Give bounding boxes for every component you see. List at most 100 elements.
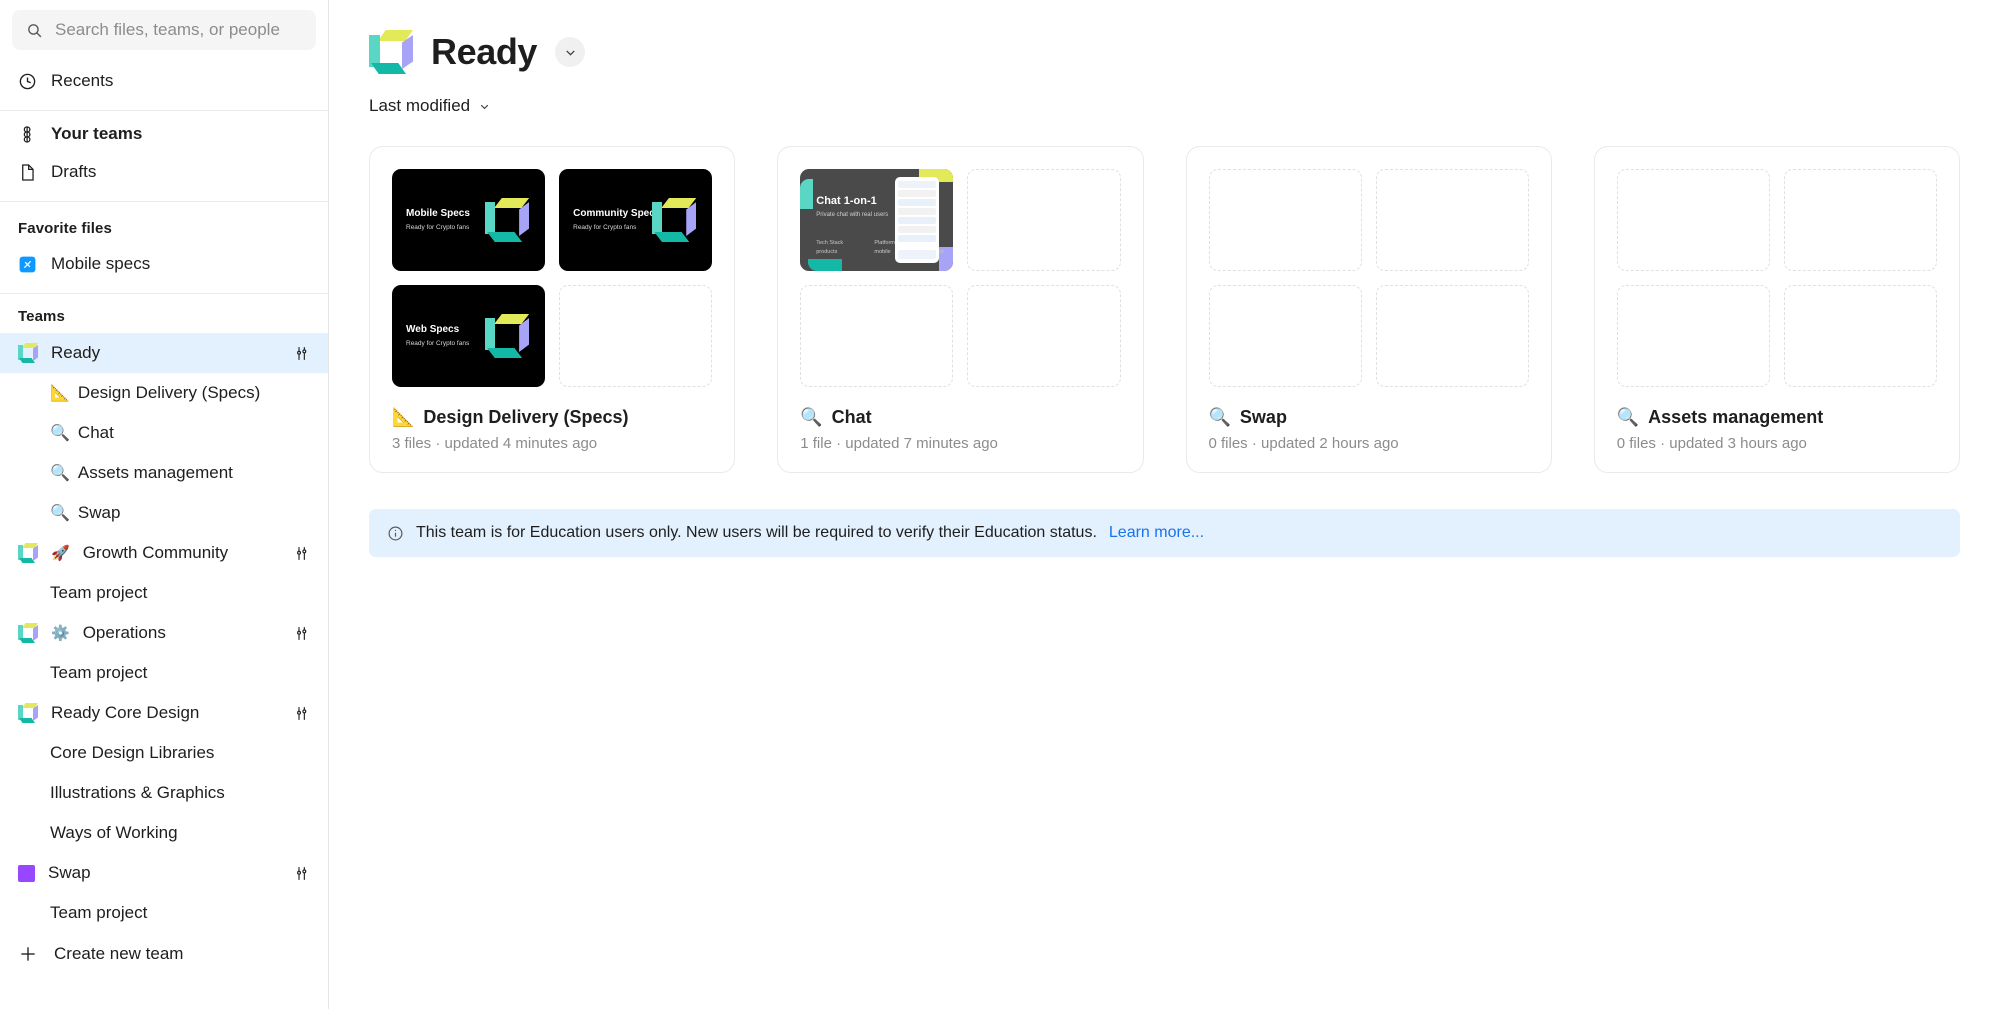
sidebar-team-growth-community[interactable]: 🚀 Growth Community	[0, 533, 328, 573]
sort-label: Last modified	[369, 96, 471, 115]
search-placeholder: Search files, teams, or people	[55, 20, 280, 39]
card-subtitle: 0 files · updated 3 hours ago	[1616, 435, 1807, 452]
sidebar-team-ready[interactable]: Ready	[0, 333, 328, 373]
thumbnail-title: Mobile Specs	[406, 208, 470, 220]
sidebar-item-your-teams[interactable]: Your teams	[0, 115, 328, 153]
project-label: Design Delivery (Specs)	[77, 383, 261, 402]
sidebar-team-ready-core-design[interactable]: Ready Core Design	[0, 693, 328, 733]
sort-dropdown[interactable]: Last modified	[369, 96, 491, 116]
sidebar: Search files, teams, or people Recents Y…	[0, 0, 329, 1009]
sidebar-item-recents[interactable]: Recents	[0, 62, 328, 100]
card-title-row: 🔍 Chat	[800, 407, 1120, 428]
banner-text: This team is for Education users only. N…	[416, 524, 1097, 541]
project-label: Ways of Working	[50, 823, 178, 842]
app-root: Search files, teams, or people Recents Y…	[0, 0, 2000, 1009]
project-label: Team project	[50, 663, 148, 682]
nav-section-teams-drafts: Your teams Drafts	[0, 111, 328, 202]
info-icon	[387, 525, 404, 542]
thumbnail-subtitle: Ready for Crypto fans	[573, 223, 637, 231]
plus-icon	[18, 944, 38, 964]
purple-square-icon	[18, 864, 35, 882]
thumbnail-grid	[1616, 169, 1937, 387]
thumbnail-title: Chat 1-on-1	[816, 195, 877, 207]
project-label: Team project	[50, 903, 148, 922]
sidebar-project-ways-of-working[interactable]: Ways of Working	[0, 813, 328, 853]
sidebar-item-label: Mobile specs	[51, 254, 151, 273]
card-subtitle: 1 file · updated 7 minutes ago	[800, 435, 998, 452]
thumbnail-empty-slot	[559, 285, 713, 387]
card-title-row: 🔍 Swap	[1209, 407, 1529, 428]
sidebar-item-label: Your teams	[51, 124, 143, 143]
project-card-swap[interactable]: 🔍 Swap 0 files · updated 2 hours ago	[1185, 146, 1552, 473]
thumbnail-community-specs[interactable]: Community Specs Ready for Crypto fans	[559, 169, 713, 271]
magnifier-icon: 🔍	[50, 465, 70, 482]
teams-title: Teams	[18, 308, 65, 325]
phone-row	[898, 190, 937, 197]
thumbnail-empty-slot	[1783, 169, 1937, 271]
thumbnail-grid: Mobile Specs Ready for Crypto fans Commu…	[392, 169, 713, 387]
project-label: Illustrations & Graphics	[50, 783, 225, 802]
sidebar-project-assets-management[interactable]: 🔍 Assets management	[0, 453, 328, 493]
phone-row	[898, 217, 937, 224]
thumbnail-grid	[1208, 169, 1529, 387]
banner-learn-more-link[interactable]: Learn more...	[1109, 524, 1204, 542]
phone-row	[898, 235, 937, 242]
sidebar-project-team-project[interactable]: Team project	[0, 893, 328, 933]
magnifier-icon: 🔍	[50, 505, 70, 522]
sidebar-project-team-project[interactable]: Team project	[0, 573, 328, 613]
sidebar-project-core-design-libraries[interactable]: Core Design Libraries	[0, 733, 328, 773]
sliders-icon[interactable]	[293, 705, 310, 722]
card-subtitle: 0 files · updated 2 hours ago	[1208, 435, 1399, 452]
sidebar-project-team-project[interactable]: Team project	[0, 653, 328, 693]
phone-row	[898, 226, 937, 233]
sliders-icon[interactable]	[293, 625, 310, 642]
sliders-icon[interactable]	[293, 865, 310, 882]
sliders-icon[interactable]	[293, 345, 310, 362]
card-meta: 🔍 Swap 0 files · updated 2 hours ago	[1209, 407, 1529, 452]
ready-cube-icon	[485, 314, 530, 358]
project-card-chat[interactable]: Chat 1-on-1 Private chat with real users…	[777, 146, 1144, 473]
favorites-section: Favorite files Mobile specs	[0, 202, 328, 294]
card-subtitle: 3 files · updated 4 minutes ago	[392, 435, 598, 452]
sidebar-project-chat[interactable]: 🔍 Chat	[0, 413, 328, 453]
ready-cube-icon	[18, 703, 38, 723]
sidebar-team-operations[interactable]: ⚙️ Operations	[0, 613, 328, 653]
phone-mockup	[895, 177, 940, 263]
card-title: Chat	[831, 407, 872, 427]
sidebar-team-swap[interactable]: Swap	[0, 853, 328, 893]
sidebar-item-mobile-specs[interactable]: Mobile specs	[0, 245, 328, 283]
thumbnail-chat-1-on-1[interactable]: Chat 1-on-1 Private chat with real users…	[800, 169, 954, 271]
sort-bar: Last modified	[329, 74, 2000, 116]
search-input[interactable]: Search files, teams, or people	[12, 10, 316, 50]
thumbnail-mobile-specs[interactable]: Mobile Specs Ready for Crypto fans	[392, 169, 546, 271]
project-card-design-delivery[interactable]: Mobile Specs Ready for Crypto fans Commu…	[369, 146, 736, 473]
project-cards-grid: Mobile Specs Ready for Crypto fans Commu…	[329, 116, 2000, 473]
education-banner: This team is for Education users only. N…	[369, 509, 1960, 557]
sidebar-project-swap[interactable]: 🔍 Swap	[0, 493, 328, 533]
figma-teams-icon	[18, 125, 37, 144]
teal-accent-shape	[800, 179, 814, 209]
team-name: Growth Community	[82, 543, 229, 562]
ready-cube-icon	[369, 30, 413, 74]
create-new-team-button[interactable]: Create new team	[0, 933, 328, 975]
file-icon	[18, 163, 37, 182]
search-container: Search files, teams, or people	[0, 0, 328, 58]
sidebar-project-illustrations-graphics[interactable]: Illustrations & Graphics	[0, 773, 328, 813]
thumbnail-subtitle: Ready for Crypto fans	[406, 223, 470, 231]
sidebar-project-design-delivery[interactable]: 📐 Design Delivery (Specs)	[0, 373, 328, 413]
project-label: Team project	[50, 583, 148, 602]
sliders-icon[interactable]	[293, 545, 310, 562]
page-title: Ready	[431, 31, 538, 72]
magnifier-icon: 🔍	[800, 407, 823, 427]
project-label: Assets management	[77, 463, 233, 482]
search-icon	[26, 22, 43, 39]
figma-file-icon	[18, 255, 37, 274]
phone-row	[898, 199, 937, 206]
thumbnail-web-specs[interactable]: Web Specs Ready for Crypto fans	[392, 285, 546, 387]
project-card-assets-management[interactable]: 🔍 Assets management 0 files · updated 3 …	[1593, 146, 1960, 473]
sidebar-item-drafts[interactable]: Drafts	[0, 153, 328, 191]
clock-icon	[18, 72, 37, 91]
thumbnail-col: Tech Stack products	[816, 240, 844, 256]
team-dropdown-button[interactable]	[555, 37, 586, 67]
thumbnail-empty-slot	[1208, 169, 1362, 271]
